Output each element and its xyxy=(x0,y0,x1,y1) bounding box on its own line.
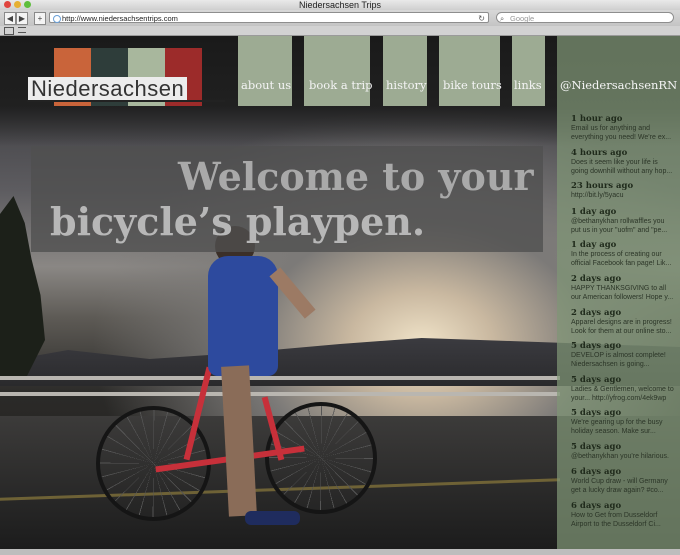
search-field[interactable]: ⌕ Google xyxy=(496,12,674,23)
bookmarks-list-icon[interactable] xyxy=(18,27,26,33)
tweet-text: http://bit.ly/5yacu xyxy=(571,192,624,199)
twitter-handle-link[interactable]: @NiedersachsenRN xyxy=(560,78,677,92)
browser-toolbar: ◀ ▶ + http://www.niedersachsentrips.com … xyxy=(0,10,680,26)
tweet-time: 2 days ago xyxy=(571,308,622,318)
tweet-time: 5 days ago xyxy=(571,375,622,385)
nav-about-us[interactable]: about us xyxy=(241,78,291,92)
back-arrow-icon[interactable]: ◀ xyxy=(4,12,16,25)
logo-text: Niedersachsen xyxy=(28,77,188,101)
tweet-time: 1 hour ago xyxy=(571,114,623,124)
zoom-window-icon[interactable] xyxy=(24,1,31,8)
tweet-time: 5 days ago xyxy=(571,341,622,351)
nav-bike-tours[interactable]: bike tours xyxy=(443,78,502,92)
tweet-item[interactable]: 1 hour ago Email us for anything and eve… xyxy=(571,114,675,142)
add-bookmark-button[interactable]: + xyxy=(34,12,46,25)
hero-headline-line1: Welcome to your xyxy=(178,154,534,199)
nav-links[interactable]: links xyxy=(514,78,542,92)
forward-arrow-icon[interactable]: ▶ xyxy=(16,12,28,25)
tweet-time: 6 days ago xyxy=(571,501,622,511)
tweet-text: Email us for anything and everything you… xyxy=(571,125,672,141)
tweet-time: 5 days ago xyxy=(571,442,622,452)
bookmarks-bar xyxy=(0,26,680,36)
tweet-text: Does it seem like your life is going dow… xyxy=(571,159,673,175)
globe-icon xyxy=(53,15,61,23)
tweet-text: Ladies & Gentlemen, welcome to your... h… xyxy=(571,386,674,402)
nav-history[interactable]: history xyxy=(386,78,427,92)
status-bar xyxy=(0,549,680,555)
tweet-item[interactable]: 4 hours ago Does it seem like your life … xyxy=(571,148,675,176)
tweet-text: HAPPY THANKSGIVING to all our American f… xyxy=(571,285,674,301)
address-bar[interactable]: http://www.niedersachsentrips.com ↻ xyxy=(49,12,489,23)
search-placeholder: Google xyxy=(510,14,535,23)
tweet-item[interactable]: 6 days ago How to Get from Dusseldorf Ai… xyxy=(571,501,675,529)
tweet-text: In the process of creating our official … xyxy=(571,251,672,267)
reload-icon[interactable]: ↻ xyxy=(478,13,485,24)
tweet-time: 2 days ago xyxy=(571,274,622,284)
cyclist-shoe xyxy=(245,511,300,525)
nav-book-a-trip[interactable]: book a trip xyxy=(309,78,373,92)
tweet-text: Apparel designs are in progress! Look fo… xyxy=(571,319,672,335)
tweet-item[interactable]: 5 days ago We're gearing up for the busy… xyxy=(571,408,675,436)
tweet-time: 5 days ago xyxy=(571,408,622,418)
tweet-text: How to Get from Dusseldorf Airport to th… xyxy=(571,512,661,528)
tweet-time: 4 hours ago xyxy=(571,148,628,158)
background-fence xyxy=(0,370,560,410)
tweet-time: 6 days ago xyxy=(571,467,622,477)
search-icon: ⌕ xyxy=(500,14,505,23)
tweet-time: 23 hours ago xyxy=(571,181,634,191)
window-titlebar: Niedersachsen Trips xyxy=(0,0,680,10)
minimize-window-icon[interactable] xyxy=(14,1,21,8)
tweet-item[interactable]: 2 days ago Apparel designs are in progre… xyxy=(571,308,675,336)
tweet-item[interactable]: 1 day ago @bethanykhan rollwaffles you p… xyxy=(571,207,675,235)
tweet-item[interactable]: 2 days ago HAPPY THANKSGIVING to all our… xyxy=(571,274,675,302)
tweet-time: 1 day ago xyxy=(571,207,617,217)
web-page: Niedersachsen about us book a trip histo… xyxy=(0,36,680,549)
hero-headline-line2: bicycle’s playpen. xyxy=(50,199,426,244)
close-window-icon[interactable] xyxy=(4,1,11,8)
window-title: Niedersachsen Trips xyxy=(298,0,382,10)
tweet-text: @bethanykhan rollwaffles you put us in y… xyxy=(571,218,668,234)
cyclist-jersey xyxy=(208,256,278,376)
tweet-text: DEVELOP is almost complete! Niedersachse… xyxy=(571,352,666,368)
tweet-time: 1 day ago xyxy=(571,240,617,250)
tweet-item[interactable]: 1 day ago In the process of creating our… xyxy=(571,240,675,268)
tweet-item[interactable]: 5 days ago Ladies & Gentlemen, welcome t… xyxy=(571,375,675,403)
tweet-item[interactable]: 6 days ago World Cup draw - will Germany… xyxy=(571,467,675,495)
tweet-text: @bethanykhan you're hilarious. xyxy=(571,453,669,460)
tweet-text: We're gearing up for the busy holiday se… xyxy=(571,419,663,435)
bookmarks-book-icon[interactable] xyxy=(4,27,14,35)
tweet-text: World Cup draw - will Germany get a luck… xyxy=(571,478,668,494)
tweet-item[interactable]: 5 days ago DEVELOP is almost complete! N… xyxy=(571,341,675,369)
url-text: http://www.niedersachsentrips.com xyxy=(62,14,178,23)
tweet-item[interactable]: 23 hours ago http://bit.ly/5yacu xyxy=(571,181,675,200)
tweet-item[interactable]: 5 days ago @bethanykhan you're hilarious… xyxy=(571,442,675,461)
